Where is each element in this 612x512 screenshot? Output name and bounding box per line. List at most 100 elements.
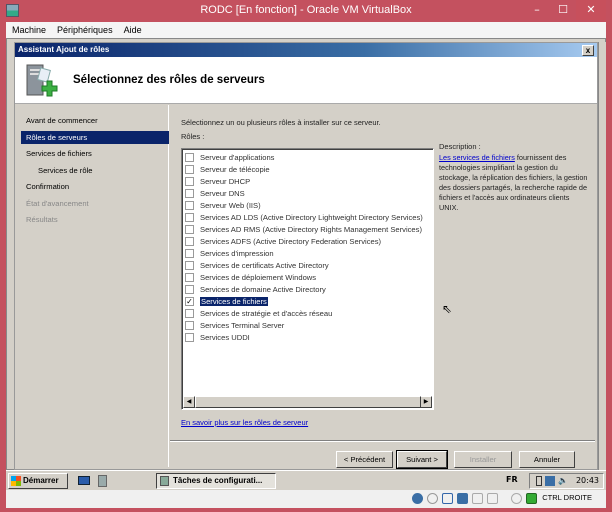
- show-desktop-icon[interactable]: [78, 476, 90, 485]
- taskbar: Démarrer Tâches de configurati... FR 🔈 2…: [6, 470, 606, 490]
- role-checkbox[interactable]: [185, 284, 194, 294]
- role-checkbox[interactable]: [185, 332, 194, 342]
- roles-label: Rôles :: [181, 132, 205, 141]
- role-checkbox[interactable]: [185, 248, 194, 258]
- scroll-left-button[interactable]: ◀: [183, 396, 195, 408]
- nav-item[interactable]: Confirmation: [21, 180, 169, 193]
- role-item[interactable]: Serveur DNS: [185, 188, 245, 200]
- role-item[interactable]: Serveur DHCP: [185, 176, 250, 188]
- nav-item: Résultats: [26, 215, 58, 224]
- hard-disk-icon[interactable]: [412, 493, 423, 504]
- role-item[interactable]: Services Terminal Server: [185, 320, 284, 332]
- role-item[interactable]: Services ADFS (Active Directory Federati…: [185, 236, 381, 248]
- optical-drive-icon[interactable]: [427, 493, 438, 504]
- next-button[interactable]: Suivant >: [396, 450, 448, 469]
- role-label: Services UDDI: [200, 333, 250, 342]
- maximize-button[interactable]: ☐: [550, 0, 576, 20]
- role-checkbox[interactable]: [185, 260, 194, 270]
- nav-item[interactable]: Services de rôle: [21, 164, 169, 177]
- role-checkbox[interactable]: [185, 236, 194, 246]
- role-item[interactable]: Services de stratégie et d'accès réseau: [185, 308, 332, 320]
- system-tray: 🔈 20:43: [529, 473, 604, 489]
- role-item[interactable]: Services AD LDS (Active Directory Lightw…: [185, 212, 423, 224]
- role-label: Serveur de télécopie: [200, 165, 270, 174]
- nav-item[interactable]: Avant de commencer: [21, 114, 169, 127]
- role-checkbox[interactable]: [185, 320, 194, 330]
- role-label: Serveur DHCP: [200, 177, 251, 186]
- role-checkbox[interactable]: [185, 176, 194, 186]
- add-roles-wizard: Assistant Ajout de rôles x Sélectionnez …: [14, 42, 598, 470]
- role-item[interactable]: Serveur d'applications: [185, 152, 274, 164]
- host-key-label: CTRL DROITE: [542, 493, 592, 502]
- wizard-nav: Avant de commencer Rôles de serveurs Servi…: [19, 105, 169, 467]
- display-icon[interactable]: [487, 493, 498, 504]
- battery-icon[interactable]: [536, 476, 542, 486]
- window-title: RODC [En fonction] - Oracle VM VirtualBo…: [200, 4, 412, 16]
- role-label: Services de certificats Active Directory: [200, 261, 329, 270]
- role-checkbox[interactable]: [185, 212, 194, 222]
- minimize-button[interactable]: –: [524, 0, 550, 20]
- role-checkbox[interactable]: [185, 308, 194, 318]
- role-item[interactable]: Services de certificats Active Directory: [185, 260, 329, 272]
- role-checkbox[interactable]: [185, 152, 194, 162]
- network-adapter-icon[interactable]: [457, 493, 468, 504]
- nav-item[interactable]: Rôles de serveurs: [21, 130, 169, 144]
- role-checkbox[interactable]: [185, 224, 194, 234]
- role-item[interactable]: ✓ Services de fichiers: [185, 296, 268, 308]
- shared-folders-icon[interactable]: [472, 493, 483, 504]
- role-label: Services Terminal Server: [200, 321, 285, 330]
- window-titlebar[interactable]: RODC [En fonction] - Oracle VM VirtualBo…: [0, 0, 612, 22]
- menu-machine[interactable]: Machine: [6, 22, 51, 35]
- role-item[interactable]: Serveur Web (IIS): [185, 200, 261, 212]
- language-indicator[interactable]: FR: [506, 475, 518, 484]
- description-text: Les services de fichiers fournissent des…: [439, 153, 589, 213]
- role-item[interactable]: Services de déploiement Windows: [185, 272, 316, 284]
- role-label: Services de déploiement Windows: [200, 273, 317, 282]
- role-label: Services ADFS (Active Directory Federati…: [200, 237, 382, 246]
- role-checkbox[interactable]: ✓: [185, 296, 194, 306]
- role-label: Services de stratégie et d'accès réseau: [200, 309, 333, 318]
- usb-icon[interactable]: [442, 493, 453, 504]
- role-checkbox[interactable]: [185, 200, 194, 210]
- mouse-integration-icon[interactable]: [511, 493, 522, 504]
- start-button[interactable]: Démarrer: [8, 473, 68, 489]
- role-item[interactable]: Services de domaine Active Directory: [185, 284, 326, 296]
- roles-list[interactable]: Serveur d'applications Serveur de télécop…: [181, 148, 434, 410]
- virtualbox-status-bar: CTRL DROITE: [6, 490, 606, 508]
- scrollbar-thumb[interactable]: [195, 396, 421, 408]
- volume-icon[interactable]: 🔈: [558, 474, 568, 488]
- close-button[interactable]: ✕: [576, 0, 606, 20]
- install-button[interactable]: Installer: [454, 451, 512, 468]
- role-item[interactable]: Services UDDI: [185, 332, 250, 344]
- server-manager-icon[interactable]: [98, 475, 107, 487]
- horizontal-scrollbar[interactable]: ◀ ▶: [183, 396, 432, 408]
- dialog-titlebar[interactable]: Assistant Ajout de rôles x: [15, 43, 597, 57]
- nav-item[interactable]: Services de fichiers: [21, 147, 169, 160]
- taskbar-app-button[interactable]: Tâches de configurati...: [156, 473, 276, 489]
- roles-panel: Sélectionnez un ou plusieurs rôles à ins…: [170, 105, 595, 469]
- dialog-close-button[interactable]: x: [582, 45, 594, 56]
- server-add-icon: [26, 64, 58, 97]
- host-key-icon: [526, 493, 537, 504]
- start-label: Démarrer: [23, 476, 59, 485]
- wizard-header: Sélectionnez des rôles de serveurs: [15, 57, 597, 104]
- role-checkbox[interactable]: [185, 164, 194, 174]
- scroll-right-button[interactable]: ▶: [420, 396, 432, 408]
- role-item[interactable]: Serveur de télécopie: [185, 164, 270, 176]
- role-item[interactable]: Services AD RMS (Active Directory Rights…: [185, 224, 422, 236]
- menu-peripheriques[interactable]: Périphériques: [51, 22, 118, 35]
- description-link[interactable]: Les services de fichiers: [439, 153, 515, 162]
- vertical-scrollbar[interactable]: [598, 42, 606, 470]
- cancel-button[interactable]: Annuler: [519, 451, 575, 468]
- menu-aide[interactable]: Aide: [118, 22, 147, 35]
- page-title: Sélectionnez des rôles de serveurs: [73, 74, 265, 86]
- role-checkbox[interactable]: [185, 188, 194, 198]
- network-icon[interactable]: [545, 476, 555, 486]
- mouse-cursor-icon: ⇖: [442, 302, 453, 316]
- windows-logo-icon: [11, 476, 21, 486]
- previous-button[interactable]: < Précédent: [336, 451, 393, 468]
- learn-more-link[interactable]: En savoir plus sur les rôles de serveur: [181, 418, 308, 427]
- divider: [170, 440, 595, 442]
- role-item[interactable]: Services d'impression: [185, 248, 274, 260]
- role-checkbox[interactable]: [185, 272, 194, 282]
